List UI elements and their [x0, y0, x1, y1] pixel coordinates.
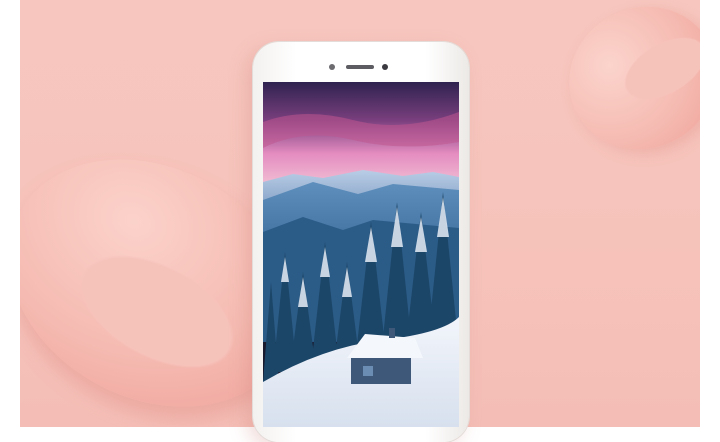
front-camera-icon	[382, 64, 388, 70]
earpiece-speaker-icon	[346, 65, 374, 69]
phone-device	[253, 42, 469, 442]
phone-screen	[263, 82, 459, 427]
sensor-dot-icon	[329, 64, 335, 70]
wallpaper-winter-landscape	[263, 82, 459, 427]
decorative-torus-right	[543, 0, 700, 177]
